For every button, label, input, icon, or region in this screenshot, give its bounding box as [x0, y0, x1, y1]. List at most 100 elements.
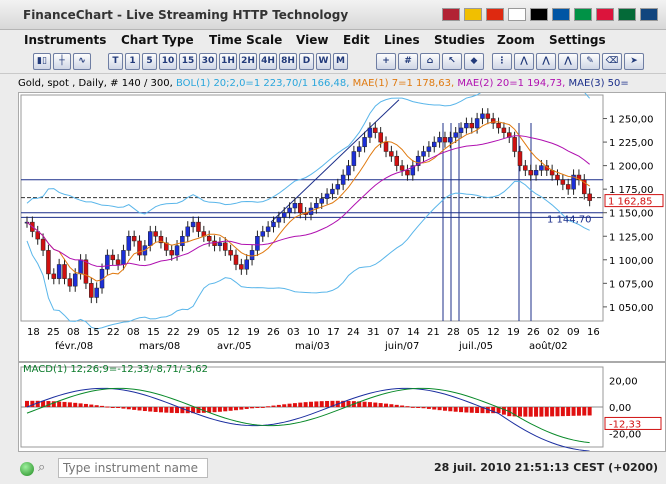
- macd-chart-svg[interactable]: MACD(1) 12;26;9=-12,33/-8,71/-3,62 20,00 0…: [19, 363, 665, 452]
- candle-body: [46, 250, 51, 275]
- candle-body: [271, 221, 276, 228]
- trend2-icon[interactable]: ⋀: [514, 53, 534, 70]
- crosshair-icon[interactable]: +: [376, 53, 396, 70]
- italy-flag-icon[interactable]: [574, 8, 592, 21]
- date-tick-label: 08: [127, 327, 140, 338]
- date-tick-label: 08: [67, 327, 80, 338]
- candle-body: [249, 250, 255, 261]
- timeframe-1h-button[interactable]: 1H: [219, 53, 237, 70]
- macd-histogram-bar: [164, 407, 169, 413]
- menu-settings[interactable]: Settings: [549, 33, 606, 47]
- czech-flag-icon[interactable]: [640, 8, 658, 21]
- menu-edit[interactable]: Edit: [343, 33, 370, 47]
- candle-body: [147, 231, 153, 246]
- menu-time-scale[interactable]: Time Scale: [209, 33, 282, 47]
- candle-body: [62, 264, 67, 279]
- japan-flag-icon[interactable]: [508, 8, 526, 21]
- pointer-icon[interactable]: ↖: [442, 53, 462, 70]
- grid-icon[interactable]: #: [398, 53, 418, 70]
- candle-body: [421, 151, 426, 157]
- date-tick-label: 10: [307, 327, 320, 338]
- pin-icon[interactable]: ◆: [464, 53, 484, 70]
- menu-lines[interactable]: Lines: [384, 33, 420, 47]
- date-tick-label: 14: [407, 327, 420, 338]
- macd-histogram-bar: [132, 407, 137, 410]
- timeframe-10-button[interactable]: 10: [159, 53, 177, 70]
- timeframe-15-button[interactable]: 15: [179, 53, 197, 70]
- macd-chart[interactable]: MACD(1) 12;26;9=-12,33/-8,71/-3,62 20,00 0…: [18, 362, 666, 452]
- menu-chart-type[interactable]: Chart Type: [121, 33, 194, 47]
- macd-histogram-bar: [501, 407, 506, 415]
- bollinger-info: BOL(1) 20;2,0=1 223,70/1 166,48,: [175, 78, 350, 89]
- trend-icon[interactable]: ⋮: [492, 53, 512, 70]
- menu-zoom[interactable]: Zoom: [497, 33, 535, 47]
- portugal-flag-icon[interactable]: [618, 8, 636, 21]
- timeframe-w-button[interactable]: W: [316, 53, 331, 70]
- macd-histogram-bar: [244, 407, 249, 409]
- macd-histogram-bar: [126, 407, 131, 410]
- candle-body: [378, 132, 383, 143]
- arrow-icon[interactable]: ➤: [624, 53, 644, 70]
- pencil-icon[interactable]: ✎: [580, 53, 600, 70]
- macd-histogram-bar: [325, 400, 330, 407]
- macd-histogram-bar: [469, 407, 474, 413]
- macd-histogram-bar: [528, 407, 533, 417]
- candle-body: [51, 273, 57, 279]
- timeframe-30-button[interactable]: 30: [199, 53, 217, 70]
- mae2-info: MAE(2) 20=1 194,73,: [457, 78, 566, 89]
- uk-flag-icon[interactable]: [442, 8, 460, 21]
- china-flag-icon[interactable]: [486, 8, 504, 21]
- macd-histogram-bar: [83, 403, 88, 407]
- macd-histogram-bar: [62, 401, 67, 407]
- spain-flag-icon[interactable]: [464, 8, 482, 21]
- macd-histogram-bar: [228, 407, 233, 411]
- macd-histogram-bar: [239, 407, 244, 410]
- price-chart-svg[interactable]: 1 250,001 225,001 200,001 175,001 150,00…: [19, 80, 665, 361]
- menu-instruments[interactable]: Instruments: [24, 33, 106, 47]
- timeframe-2h-button[interactable]: 2H: [239, 53, 257, 70]
- eraser-icon[interactable]: ⌫: [602, 53, 622, 70]
- timeframe-t-button[interactable]: T: [108, 53, 123, 70]
- candle-body: [185, 226, 191, 237]
- timeframe-d-button[interactable]: D: [299, 53, 314, 70]
- candle-body: [126, 236, 132, 251]
- timeframe-4h-button[interactable]: 4H: [259, 53, 277, 70]
- macd-histogram-bar: [442, 407, 447, 411]
- macd-histogram-bar: [405, 406, 410, 408]
- poland-flag-icon[interactable]: [596, 8, 614, 21]
- macd-histogram-bar: [426, 407, 431, 409]
- candlestick-chart-icon[interactable]: ▮▯: [33, 53, 51, 70]
- instrument-search-input[interactable]: [58, 458, 208, 478]
- status-bar: ⌕ 28 juil. 2010 21:51:13 CEST (+0200): [0, 454, 666, 484]
- candle-body: [244, 259, 249, 270]
- title-bar: FinanceChart - Live Streaming HTTP Techn…: [0, 0, 666, 30]
- macd-histogram-bar: [571, 407, 576, 416]
- candle-body: [190, 221, 196, 228]
- trend4-icon[interactable]: ⋀: [558, 53, 578, 70]
- candle-body: [180, 236, 185, 246]
- timeframe-m-button[interactable]: M: [333, 53, 348, 70]
- candle-body: [340, 174, 346, 185]
- trend3-icon[interactable]: ⋀: [536, 53, 556, 70]
- france-flag-icon[interactable]: [552, 8, 570, 21]
- price-chart[interactable]: 1 250,00 1 225,00 1 200,00 1 175,00 1 150,00…: [18, 80, 666, 362]
- date-tick-label: 09: [567, 327, 580, 338]
- date-tick-label: 16: [587, 327, 600, 338]
- timeframe-5-button[interactable]: 5: [142, 53, 157, 70]
- timeframe-1-button[interactable]: 1: [125, 53, 140, 70]
- menu-view[interactable]: View: [296, 33, 328, 47]
- menu-studies[interactable]: Studies: [434, 33, 485, 47]
- timeframe-8h-button[interactable]: 8H: [279, 53, 297, 70]
- line-chart-icon[interactable]: ∿: [73, 53, 91, 70]
- candle-body: [373, 127, 378, 133]
- date-tick-label: 17: [327, 327, 340, 338]
- candle-body: [496, 123, 501, 129]
- macd-histogram-bar: [148, 407, 153, 412]
- lock-icon[interactable]: ⌂: [420, 53, 440, 70]
- candle-body: [528, 170, 533, 176]
- bar-chart-icon[interactable]: ┼: [53, 53, 71, 70]
- candle-body: [330, 188, 335, 195]
- candle-body: [276, 217, 282, 223]
- macd-histogram-bar: [260, 406, 265, 408]
- germany-flag-icon[interactable]: [530, 8, 548, 21]
